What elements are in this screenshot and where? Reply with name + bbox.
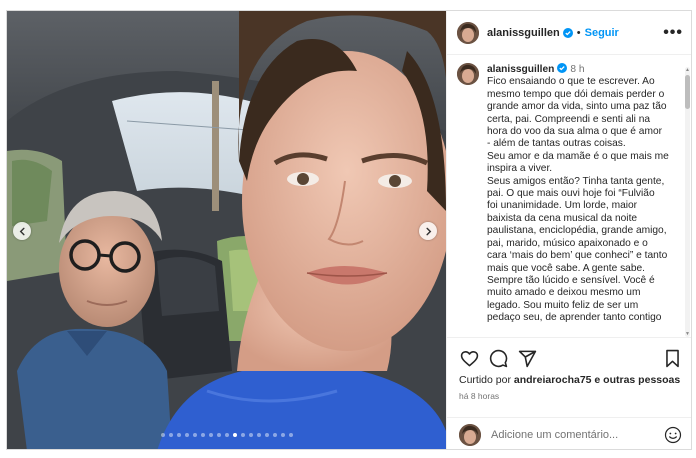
carousel-dot bbox=[264, 433, 269, 437]
caption-line: Fico ensaiando o que te escrever. Ao bbox=[487, 76, 655, 88]
previous-slide-button[interactable] bbox=[13, 222, 31, 240]
caption-line: paulistana, enciclopédia, grande amigo, bbox=[487, 225, 667, 237]
next-slide-button[interactable] bbox=[419, 222, 437, 240]
caption-text-block: alanissguillen 8 h Fico ensaiando o que t… bbox=[487, 63, 680, 325]
caption-line: - além de tantas outras coisas. bbox=[487, 138, 626, 150]
post-photo[interactable] bbox=[7, 11, 446, 449]
selfie-image bbox=[7, 11, 446, 449]
avatar-image bbox=[457, 63, 479, 85]
caption-line: Seu amor e da mamãe é o que mais me bbox=[487, 150, 669, 162]
carousel-dot bbox=[184, 433, 189, 437]
emoji-icon[interactable] bbox=[664, 426, 682, 444]
action-icon-row bbox=[459, 346, 682, 370]
caption-line: Sempre tão lúcido e sensível. Você é bbox=[487, 274, 655, 286]
chevron-right-icon bbox=[425, 227, 431, 235]
carousel-dot bbox=[232, 433, 237, 437]
caption: alanissguillen 8 h Fico ensaiando o que t… bbox=[457, 63, 680, 325]
comment-button[interactable] bbox=[488, 348, 508, 368]
instagram-post-modal: alanissguillen • Seguir ••• alanissguill… bbox=[6, 10, 692, 450]
carousel-dot bbox=[240, 433, 245, 437]
add-comment-bar bbox=[447, 417, 691, 449]
comments-scrollbar[interactable]: ▲ ▼ bbox=[685, 67, 690, 337]
author-username[interactable]: alanissguillen bbox=[487, 27, 560, 39]
comment-input[interactable] bbox=[491, 428, 651, 441]
heart-icon bbox=[460, 350, 478, 366]
caption-line: baixista da cena musical da noite bbox=[487, 212, 638, 224]
carousel-indicator bbox=[7, 433, 446, 437]
save-button[interactable] bbox=[662, 348, 682, 368]
carousel-dot bbox=[176, 433, 181, 437]
likes-prefix: Curtido por bbox=[459, 374, 511, 386]
caption-line: pai, marido, músico apaixonado e o bbox=[487, 237, 648, 249]
chevron-left-icon bbox=[19, 227, 25, 235]
share-icon bbox=[518, 350, 536, 367]
scroll-up-arrow-icon[interactable]: ▲ bbox=[685, 67, 690, 73]
follow-button[interactable]: Seguir bbox=[585, 27, 619, 39]
avatar-image bbox=[457, 21, 479, 44]
caption-meta: alanissguillen 8 h bbox=[487, 63, 680, 76]
post-header: alanissguillen • Seguir ••• bbox=[447, 11, 691, 55]
carousel-dot bbox=[224, 433, 229, 437]
caption-line: muito amado e deixou mesmo um bbox=[487, 287, 641, 299]
caption-line: foi unanimidade. Um lorde, maior bbox=[487, 200, 638, 212]
caption-timestamp: 8 h bbox=[570, 64, 585, 75]
caption-text: Fico ensaiando o que te escrever. Ao mesm… bbox=[487, 76, 680, 324]
carousel-dot bbox=[200, 433, 205, 437]
scrollbar-thumb[interactable] bbox=[685, 75, 690, 109]
caption-line: legado. Sou muito feliz de ser um bbox=[487, 299, 639, 311]
author-avatar[interactable] bbox=[457, 21, 479, 44]
caption-avatar[interactable] bbox=[457, 63, 479, 85]
like-button[interactable] bbox=[459, 348, 479, 368]
viewer-avatar bbox=[459, 423, 481, 446]
caption-line: hora do voo da sua alma o que é amor bbox=[487, 126, 662, 138]
liked-by-user[interactable]: andreiarocha75 bbox=[514, 374, 592, 386]
bookmark-icon bbox=[665, 349, 679, 367]
carousel-dot bbox=[208, 433, 213, 437]
carousel-dot bbox=[248, 433, 253, 437]
carousel-dot bbox=[160, 433, 165, 437]
caption-line: mais que você sabe. A gente sabe. bbox=[487, 262, 646, 274]
carousel-dot bbox=[288, 433, 293, 437]
caption-line: cara ‘mais do bem’ que conheci” e tanto bbox=[487, 250, 668, 262]
likes-others[interactable]: e outras pessoas bbox=[594, 374, 680, 386]
post-sidebar: alanissguillen • Seguir ••• alanissguill… bbox=[446, 11, 691, 449]
caption-line: pedaço seu, de aprender tanto contigo bbox=[487, 312, 662, 324]
carousel-dot bbox=[256, 433, 261, 437]
caption-line: inspira a viver. bbox=[487, 163, 553, 175]
carousel-dot bbox=[280, 433, 285, 437]
avatar-image bbox=[459, 423, 481, 446]
comments-section[interactable]: alanissguillen 8 h Fico ensaiando o que t… bbox=[447, 55, 691, 337]
verified-badge-icon bbox=[562, 27, 573, 38]
caption-line: pai. O que mais ouvi hoje foi “Fulvião bbox=[487, 188, 655, 200]
caption-line: Seus amigos então? Tinha tanta gente, bbox=[487, 175, 665, 187]
caption-line: grande amor da vida, sinto uma paz tão bbox=[487, 101, 667, 113]
carousel-dot bbox=[168, 433, 173, 437]
likes-summary: Curtido por andreiarocha75 e outras pess… bbox=[459, 374, 682, 386]
post-timestamp[interactable]: há 8 horas bbox=[459, 391, 682, 401]
separator-dot: • bbox=[576, 26, 581, 39]
carousel-dot bbox=[272, 433, 277, 437]
carousel-dot bbox=[192, 433, 197, 437]
comment-icon bbox=[489, 349, 507, 367]
caption-username[interactable]: alanissguillen bbox=[487, 64, 554, 75]
post-actions: Curtido por andreiarocha75 e outras pess… bbox=[447, 337, 691, 417]
caption-line: mesmo tempo que dói demais perder o bbox=[487, 88, 665, 100]
caption-line: certa, pai. Compreendi e senti ali na bbox=[487, 113, 651, 125]
share-button[interactable] bbox=[517, 348, 537, 368]
more-options-button[interactable]: ••• bbox=[663, 24, 683, 40]
carousel-dot bbox=[216, 433, 221, 437]
verified-badge-icon bbox=[557, 63, 568, 73]
